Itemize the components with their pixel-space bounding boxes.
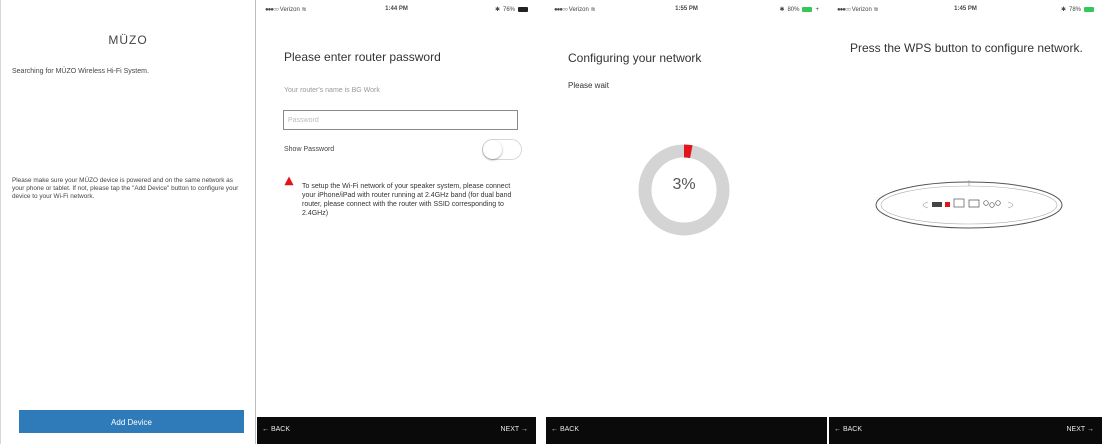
carrier-name: Verizon	[568, 7, 589, 13]
battery-percent: 80%	[787, 6, 800, 13]
device-port-1	[932, 202, 942, 207]
back-button[interactable]: ← BACK	[262, 426, 290, 433]
signal-icon: ●●●○○	[265, 7, 279, 13]
warning-text: To setup the Wi-Fi network of your speak…	[302, 183, 512, 217]
battery-percent: 76%	[502, 6, 515, 13]
status-bar: ●●●○○ Verizon ≋ 1:45 PM ✱ 78%	[829, 0, 1102, 18]
status-bar: ●●●○○ Verizon ≋ 1:44 PM ✱ 76%	[257, 0, 536, 18]
bluetooth-icon: ✱	[1060, 7, 1066, 13]
battery: ✱ 76%	[495, 6, 528, 13]
page-title: Press the WPS button to configure networ…	[850, 41, 1083, 55]
app-title: MÜZO	[108, 33, 148, 47]
screen-router-password: ●●●○○ Verizon ≋ 1:44 PM ✱ 76% Please ente…	[257, 0, 536, 444]
status-time: 1:55 PM	[675, 6, 698, 12]
status-bar: ●●●○○ Verizon ≋ 1:55 PM ✱ 80% +	[546, 0, 827, 18]
page-title: Please enter router password	[284, 50, 441, 64]
screen-configuring: ●●●○○ Verizon ≋ 1:55 PM ✱ 80% + Configurin…	[546, 0, 827, 444]
carrier-name: Verizon	[279, 7, 300, 13]
signal-icon: ●●●○○	[837, 7, 851, 13]
bottom-nav-bar: ← BACK NEXT →	[257, 417, 536, 444]
instruction-text: Please make sure your MÜZO device is pow…	[12, 177, 239, 200]
bottom-nav-bar: ← BACK NEXT →	[829, 417, 1102, 444]
searching-text: Searching for MÜZO Wireless Hi-Fi System…	[12, 68, 149, 75]
charging-icon: +	[815, 6, 819, 13]
warning-icon	[284, 176, 294, 186]
status-time: 1:44 PM	[385, 6, 408, 12]
battery: ✱ 80% +	[779, 6, 819, 14]
device-back-illustration	[875, 180, 1063, 229]
page-title: Configuring your network	[568, 51, 702, 65]
bluetooth-icon: ✱	[779, 7, 785, 13]
battery-icon	[802, 7, 813, 12]
toggle-knob	[483, 140, 502, 159]
wps-button-indicator	[945, 202, 950, 207]
wifi-icon: ≋	[301, 7, 307, 13]
carrier: ●●●○○ Verizon ≋	[837, 6, 879, 13]
carrier-name: Verizon	[851, 7, 872, 13]
next-button[interactable]: NEXT →	[1067, 426, 1095, 433]
battery-icon	[1084, 7, 1094, 12]
battery-icon	[518, 7, 528, 12]
back-button[interactable]: ← BACK	[834, 426, 862, 433]
next-button[interactable]: NEXT →	[501, 426, 529, 433]
router-name-text: Your router's name is BG Work	[284, 87, 380, 94]
battery-percent: 78%	[1068, 6, 1081, 13]
show-password-label: Show Password	[284, 146, 335, 153]
show-password-toggle[interactable]	[482, 139, 522, 160]
signal-icon: ●●●○○	[554, 7, 568, 13]
wifi-icon: ≋	[590, 7, 596, 13]
add-device-button[interactable]: Add Device	[19, 410, 244, 433]
password-input[interactable]	[283, 110, 518, 130]
bluetooth-icon: ✱	[494, 7, 500, 13]
bottom-nav-bar: ← BACK	[546, 417, 827, 444]
carrier: ●●●○○ Verizon ≋	[554, 6, 596, 13]
carrier: ●●●○○ Verizon ≋	[265, 6, 307, 13]
battery: ✱ 78%	[1061, 6, 1094, 13]
wifi-icon: ≋	[873, 7, 879, 13]
screen-searching: MÜZO Searching for MÜZO Wireless Hi-Fi S…	[0, 0, 256, 444]
screen-wps: ●●●○○ Verizon ≋ 1:45 PM ✱ 78% Press the W…	[829, 0, 1102, 444]
wait-text: Please wait	[568, 81, 609, 90]
status-time: 1:45 PM	[954, 6, 977, 12]
back-button[interactable]: ← BACK	[551, 426, 579, 433]
progress-percent: 3%	[672, 176, 696, 193]
